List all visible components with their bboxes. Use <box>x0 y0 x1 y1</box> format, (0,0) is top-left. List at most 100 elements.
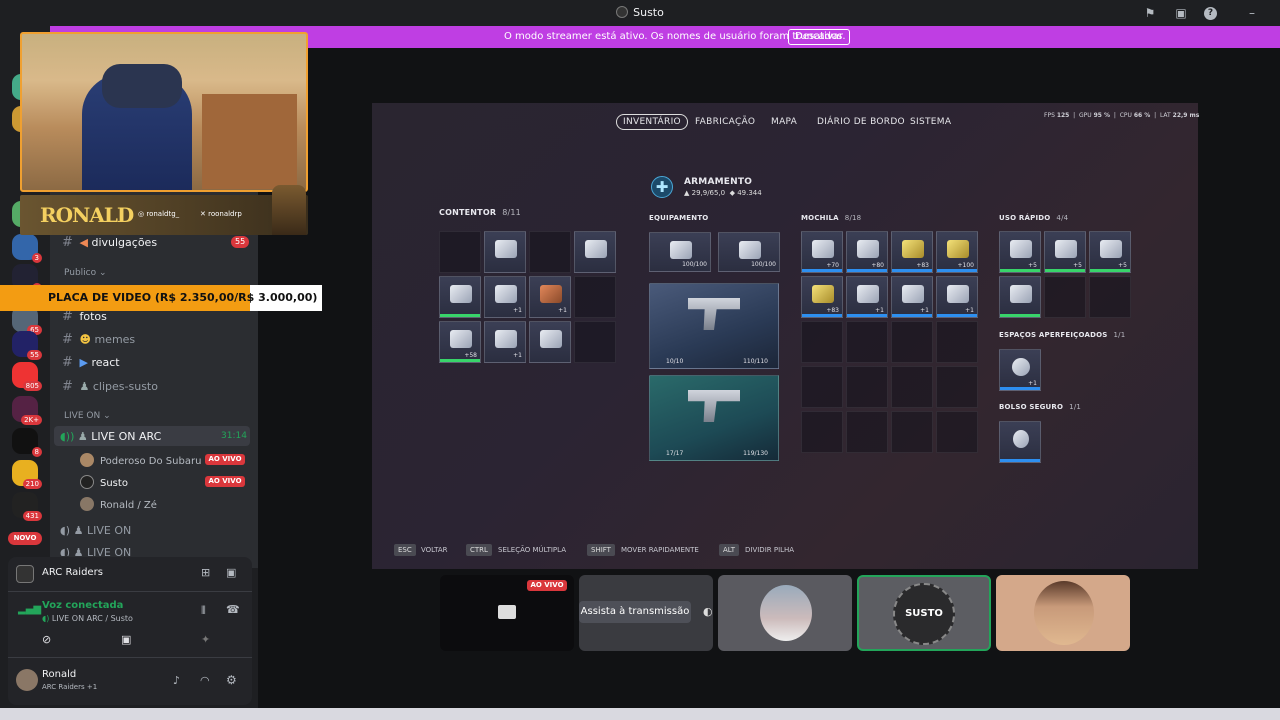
server-icon[interactable]: 805 <box>12 362 42 391</box>
microphone-icon[interactable]: ♪ <box>173 674 180 687</box>
container-slot[interactable] <box>439 231 481 273</box>
item-count: +1 <box>558 307 567 314</box>
container-slot[interactable]: +1 <box>529 276 571 318</box>
voice-member[interactable]: Poderoso Do Subaru <box>80 453 201 467</box>
quick-use-slot[interactable]: +5 <box>1089 231 1131 273</box>
backpack-slot[interactable] <box>846 321 888 363</box>
server-icon[interactable]: 2K+ <box>12 396 42 425</box>
popout-icon[interactable]: ◐ <box>703 605 713 618</box>
tab-inventario[interactable]: INVENTÁRIO <box>616 114 688 130</box>
minimize-icon[interactable]: – <box>1244 5 1260 21</box>
container-slot[interactable]: +1 <box>484 276 526 318</box>
slot-value: 100/100 <box>682 261 707 268</box>
inbox-flag-icon[interactable]: ⚑ <box>1142 5 1158 21</box>
tab-mapa[interactable]: MAPA <box>771 117 797 127</box>
activities-icon[interactable]: ✦ <box>201 633 210 646</box>
headphones-icon[interactable]: ◠ <box>200 674 210 687</box>
backpack-slot[interactable] <box>891 366 933 408</box>
container-slot[interactable] <box>529 231 571 273</box>
server-icon[interactable]: 3 <box>12 234 42 263</box>
container-slot[interactable] <box>529 321 571 363</box>
backpack-slot[interactable]: +70 <box>801 231 843 273</box>
gamepad-icon[interactable]: ⊞ <box>201 566 210 579</box>
server-icon[interactable]: 431 <box>12 492 42 521</box>
quick-use-slot[interactable] <box>1089 276 1131 318</box>
safe-pocket-slot[interactable] <box>999 421 1041 463</box>
category-publico[interactable]: Publico ⌄ <box>64 268 107 278</box>
container-slot[interactable]: +1 <box>484 321 526 363</box>
screen-share-icon[interactable]: ▣ <box>121 633 131 646</box>
user-name[interactable]: Ronald <box>42 669 76 680</box>
camera-off-icon[interactable]: ⊘ <box>42 633 51 646</box>
backpack-slot[interactable] <box>891 411 933 453</box>
new-badge[interactable]: NOVO <box>8 532 42 545</box>
voice-channel-info[interactable]: ◖) LIVE ON ARC / Susto <box>42 614 133 623</box>
container-slot[interactable]: +58 <box>439 321 481 363</box>
tab-fabricacao[interactable]: FABRICAÇÃO <box>695 117 755 127</box>
weapon-slot-2[interactable]: 17/17 119/130 <box>649 375 779 461</box>
weapon-slot-1[interactable]: 10/10 110/110 <box>649 283 779 369</box>
watch-stream-button[interactable]: Assista à transmissão <box>579 601 691 623</box>
container-slot[interactable] <box>574 276 616 318</box>
noise-suppression-icon[interactable]: ⦀ <box>201 604 206 618</box>
backpack-slot[interactable]: +83 <box>801 276 843 318</box>
container-slot[interactable] <box>574 231 616 273</box>
participant-tile[interactable] <box>718 575 852 651</box>
channel-fotos[interactable]: # fotos <box>62 309 107 324</box>
augmented-slot[interactable]: +1 <box>999 349 1041 391</box>
quick-use-slot[interactable]: +5 <box>999 231 1041 273</box>
backpack-slot[interactable]: +83 <box>891 231 933 273</box>
disable-streamer-button[interactable]: Desativar <box>788 29 851 45</box>
backpack-slot[interactable] <box>936 366 978 408</box>
equipment-slot-augment[interactable]: 100/100 <box>718 232 780 272</box>
backpack-slot[interactable] <box>846 366 888 408</box>
backpack-slot[interactable]: +80 <box>846 231 888 273</box>
voice-channel-live-on[interactable]: ◖) ♟ LIVE ON <box>60 524 131 537</box>
backpack-slot[interactable] <box>936 321 978 363</box>
key-label: DIVIDIR PILHA <box>745 546 795 554</box>
settings-gear-icon[interactable]: ⚙ <box>226 673 237 687</box>
tab-diario[interactable]: DIÁRIO DE BORDO <box>817 117 905 127</box>
backpack-slot[interactable] <box>801 366 843 408</box>
backpack-slot[interactable]: +1 <box>846 276 888 318</box>
server-icon[interactable]: 210 <box>12 460 42 489</box>
backpack-slot[interactable]: +1 <box>936 276 978 318</box>
avatar[interactable] <box>16 669 38 691</box>
backpack-slot[interactable]: +1 <box>891 276 933 318</box>
quick-use-slot[interactable]: +5 <box>1044 231 1086 273</box>
disconnect-icon[interactable]: ☎ <box>226 603 240 616</box>
equipment-slot-shield[interactable]: 100/100 <box>649 232 711 272</box>
voice-member[interactable]: Ronald / Zé <box>80 497 157 511</box>
channel-clipes-susto[interactable]: # ♟ clipes-susto <box>62 379 158 394</box>
backpack-slot[interactable] <box>801 411 843 453</box>
quick-use-slot[interactable] <box>999 276 1041 318</box>
container-slot[interactable] <box>484 231 526 273</box>
backpack-slot[interactable] <box>891 321 933 363</box>
participant-tile[interactable] <box>996 575 1130 651</box>
backpack-slot[interactable] <box>846 411 888 453</box>
stream-tile-watch[interactable]: Assista à transmissão ◐ <box>579 575 713 651</box>
channel-divulgacoes[interactable]: # ◀ divulgações <box>62 235 157 250</box>
category-live-on[interactable]: LIVE ON ⌄ <box>64 411 111 421</box>
participant-tile-speaking[interactable]: SUSTO <box>857 575 991 651</box>
channel-memes[interactable]: # ☻ memes <box>62 332 135 347</box>
server-icon[interactable]: 8 <box>12 428 42 457</box>
screen-icon[interactable]: ▣ <box>226 566 236 579</box>
help-icon[interactable]: ? <box>1204 7 1217 20</box>
voice-channel-live-on-2[interactable]: ◖) ♟ LIVE ON <box>60 546 131 556</box>
server-icon[interactable]: 55 <box>12 331 42 360</box>
channel-react[interactable]: # ▶ react <box>62 355 120 370</box>
voice-member[interactable]: Susto <box>80 475 128 489</box>
server-badge: 210 <box>22 479 42 489</box>
container-slot[interactable] <box>439 276 481 318</box>
container-slot[interactable] <box>574 321 616 363</box>
voice-status[interactable]: Voz conectada <box>42 600 123 611</box>
backpack-slot[interactable] <box>801 321 843 363</box>
voice-channel-live-arc-label: ◖)) ♟ LIVE ON ARC <box>60 430 161 443</box>
tab-sistema[interactable]: SISTEMA <box>910 117 951 127</box>
quick-use-slot[interactable] <box>1044 276 1086 318</box>
backpack-slot[interactable]: +100 <box>936 231 978 273</box>
channel-name: fotos <box>79 310 107 323</box>
screen-share-icon[interactable]: ▣ <box>1173 5 1189 21</box>
backpack-slot[interactable] <box>936 411 978 453</box>
